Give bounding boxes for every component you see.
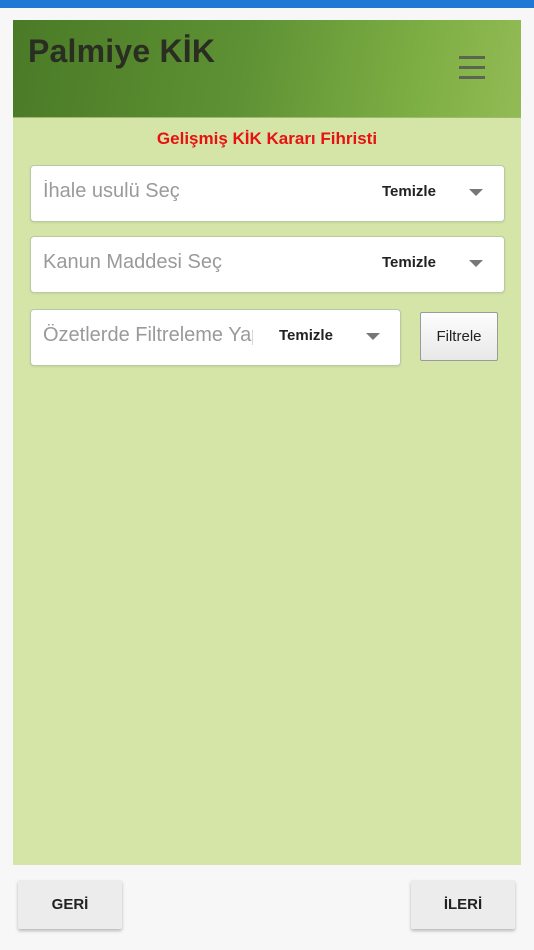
- chevron-down-icon[interactable]: [469, 189, 483, 196]
- select-placeholder: Özetlerde Filtreleme Yapın: [43, 324, 253, 346]
- clear-button[interactable]: Temizle: [382, 254, 436, 271]
- app-container: Palmiye KİK Gelişmiş KİK Kararı Fihristi…: [13, 20, 521, 865]
- page-title: Gelişmiş KİK Kararı Fihristi: [156, 129, 378, 148]
- select-placeholder: İhale usulü Seç: [43, 180, 180, 202]
- kanun-maddesi-select[interactable]: Kanun Maddesi Seç Temizle: [30, 236, 505, 293]
- chevron-down-icon[interactable]: [366, 333, 380, 340]
- ozet-filtre-select[interactable]: Özetlerde Filtreleme Yapın Temizle: [30, 309, 401, 366]
- clear-button[interactable]: Temizle: [279, 327, 333, 344]
- ihale-usulu-select[interactable]: İhale usulü Seç Temizle: [30, 165, 505, 222]
- clear-button[interactable]: Temizle: [382, 183, 436, 200]
- back-button[interactable]: GERİ: [18, 880, 122, 929]
- chevron-down-icon[interactable]: [469, 260, 483, 267]
- app-header: Palmiye KİK: [13, 20, 521, 118]
- app-title: Palmiye KİK: [28, 33, 216, 69]
- select-placeholder: Kanun Maddesi Seç: [43, 251, 223, 273]
- next-button[interactable]: İLERİ: [411, 880, 515, 929]
- status-bar-accent: [0, 0, 534, 8]
- filter-button[interactable]: Filtrele: [420, 312, 498, 361]
- hamburger-menu-icon[interactable]: [459, 56, 487, 80]
